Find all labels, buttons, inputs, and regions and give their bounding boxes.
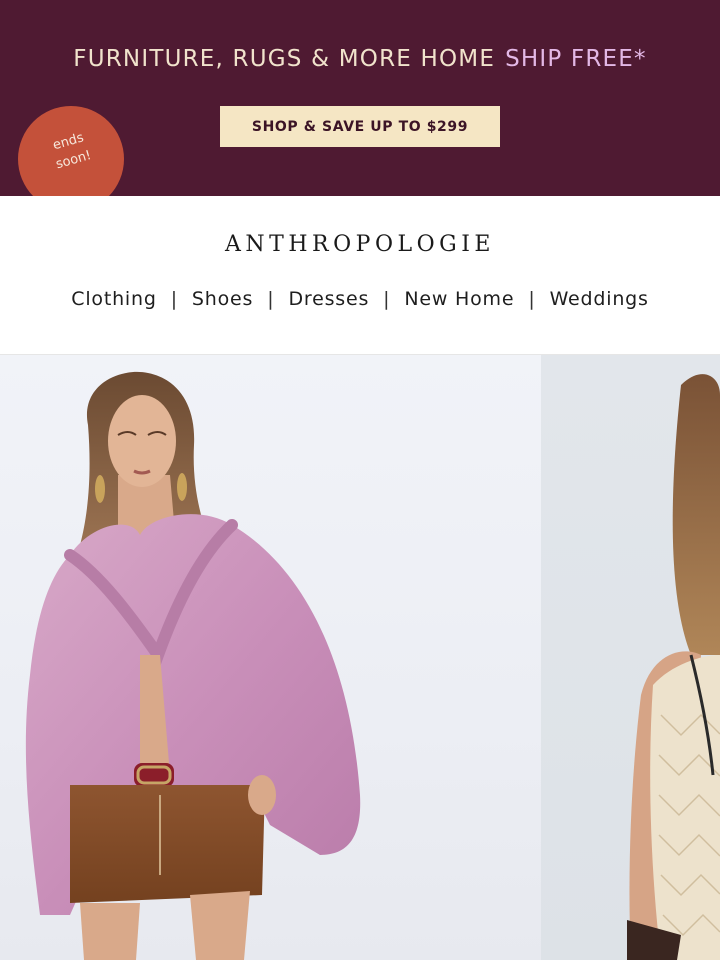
promo-headline: FURNITURE, RUGS & MORE HOME SHIP FREE* [0, 46, 720, 72]
ends-soon-text: ends soon! [32, 123, 110, 179]
shop-and-save-button[interactable]: SHOP & SAVE UP TO $299 [220, 106, 500, 147]
nav-item-dresses[interactable]: Dresses [288, 288, 369, 310]
hero-image-left[interactable] [0, 355, 541, 960]
model-pink-blouse-image [25, 371, 361, 960]
model-crochet-top-image [627, 374, 720, 960]
nav-item-clothing[interactable]: Clothing [71, 288, 156, 310]
ends-soon-badge: ends soon! [18, 106, 124, 196]
nav-separator: | [383, 288, 391, 310]
promo-headline-accent: SHIP FREE* [505, 46, 647, 72]
hero-image-right[interactable] [541, 355, 720, 960]
hero-section[interactable] [0, 355, 720, 960]
nav-item-new-home[interactable]: New Home [404, 288, 514, 310]
nav-item-weddings[interactable]: Weddings [550, 288, 649, 310]
promo-banner[interactable]: FURNITURE, RUGS & MORE HOME SHIP FREE* SH… [0, 0, 720, 196]
nav-separator: | [528, 288, 536, 310]
main-nav: Clothing | Shoes | Dresses | New Home | … [0, 288, 720, 310]
promo-headline-text: FURNITURE, RUGS & MORE HOME [73, 46, 496, 72]
brand-logo[interactable]: ANTHROPOLOGIE [0, 232, 720, 257]
nav-item-shoes[interactable]: Shoes [192, 288, 253, 310]
nav-separator: | [170, 288, 178, 310]
nav-separator: | [267, 288, 275, 310]
site-header: ANTHROPOLOGIE Clothing | Shoes | Dresses… [0, 196, 720, 355]
